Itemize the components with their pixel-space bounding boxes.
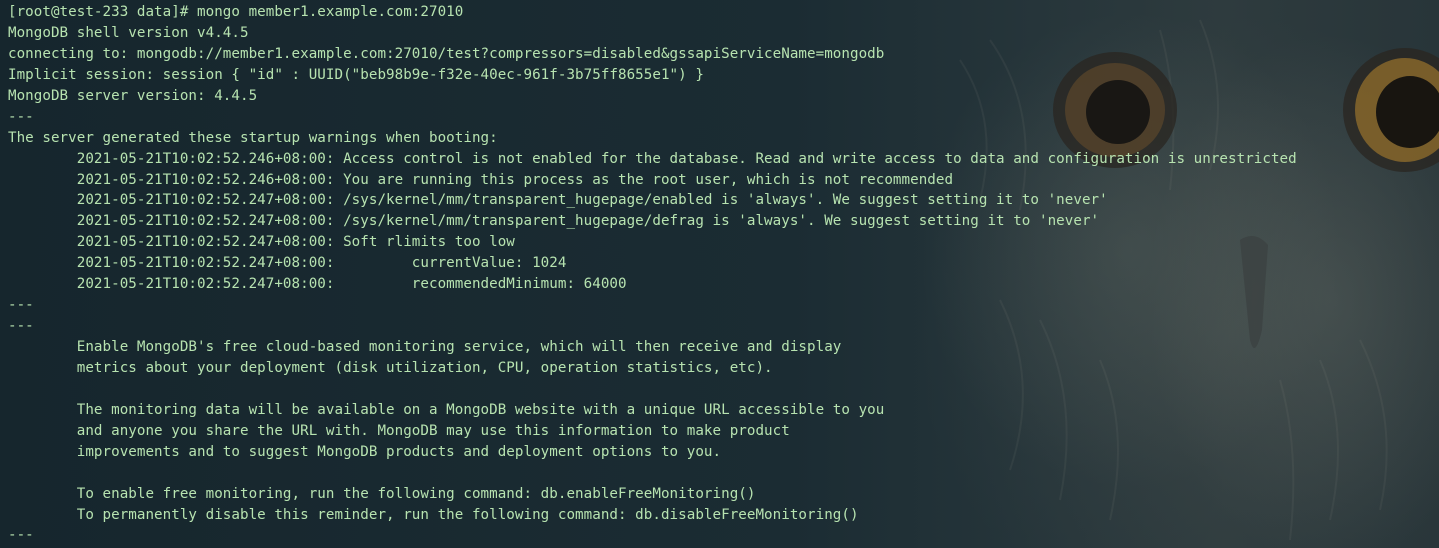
terminal-line: and anyone you share the URL with. Mongo… [8,422,790,439]
terminal-line: [root@test-233 data]# mongo member1.exam… [8,4,464,20]
terminal-line: Enable MongoDB's free cloud-based monito… [8,339,842,355]
terminal-line: To enable free monitoring, run the follo… [8,485,756,502]
terminal-line: 2021-05-21T10:02:52.246+08:00: Access co… [8,150,1297,167]
terminal-line: 2021-05-21T10:02:52.247+08:00: Soft rlim… [8,234,515,251]
terminal-line: --- [8,318,34,335]
terminal-line: 2021-05-21T10:02:52.247+08:00: recommend… [8,276,627,293]
terminal-line: 2021-05-21T10:02:52.247+08:00: /sys/kern… [8,192,1108,209]
terminal-line: MongoDB server version: 4.4.5 [8,87,258,104]
terminal-line: To permanently disable this reminder, ru… [8,506,859,523]
terminal-line: 2021-05-21T10:02:52.247+08:00: currentVa… [8,255,567,272]
terminal-line: MongoDB shell version v4.4.5 [8,24,249,41]
terminal-window[interactable]: [root@test-233 data]# mongo member1.exam… [0,0,1439,548]
terminal-line: 2021-05-21T10:02:52.246+08:00: You are r… [8,171,954,188]
terminal-line: 2021-05-21T10:02:52.247+08:00: /sys/kern… [8,213,1100,230]
terminal-line: The server generated these startup warni… [8,129,498,146]
terminal-line: connecting to: mongodb://member1.example… [8,45,885,62]
terminal-line: --- [8,527,34,544]
terminal-output[interactable]: [root@test-233 data]# mongo member1.exam… [8,2,1297,546]
terminal-line: Implicit session: session { "id" : UUID(… [8,66,704,83]
terminal-line: improvements and to suggest MongoDB prod… [8,443,722,460]
terminal-line: --- [8,297,34,314]
terminal-line: The monitoring data will be available on… [8,401,885,418]
terminal-line: metrics about your deployment (disk util… [8,359,773,376]
terminal-line: --- [8,108,34,125]
